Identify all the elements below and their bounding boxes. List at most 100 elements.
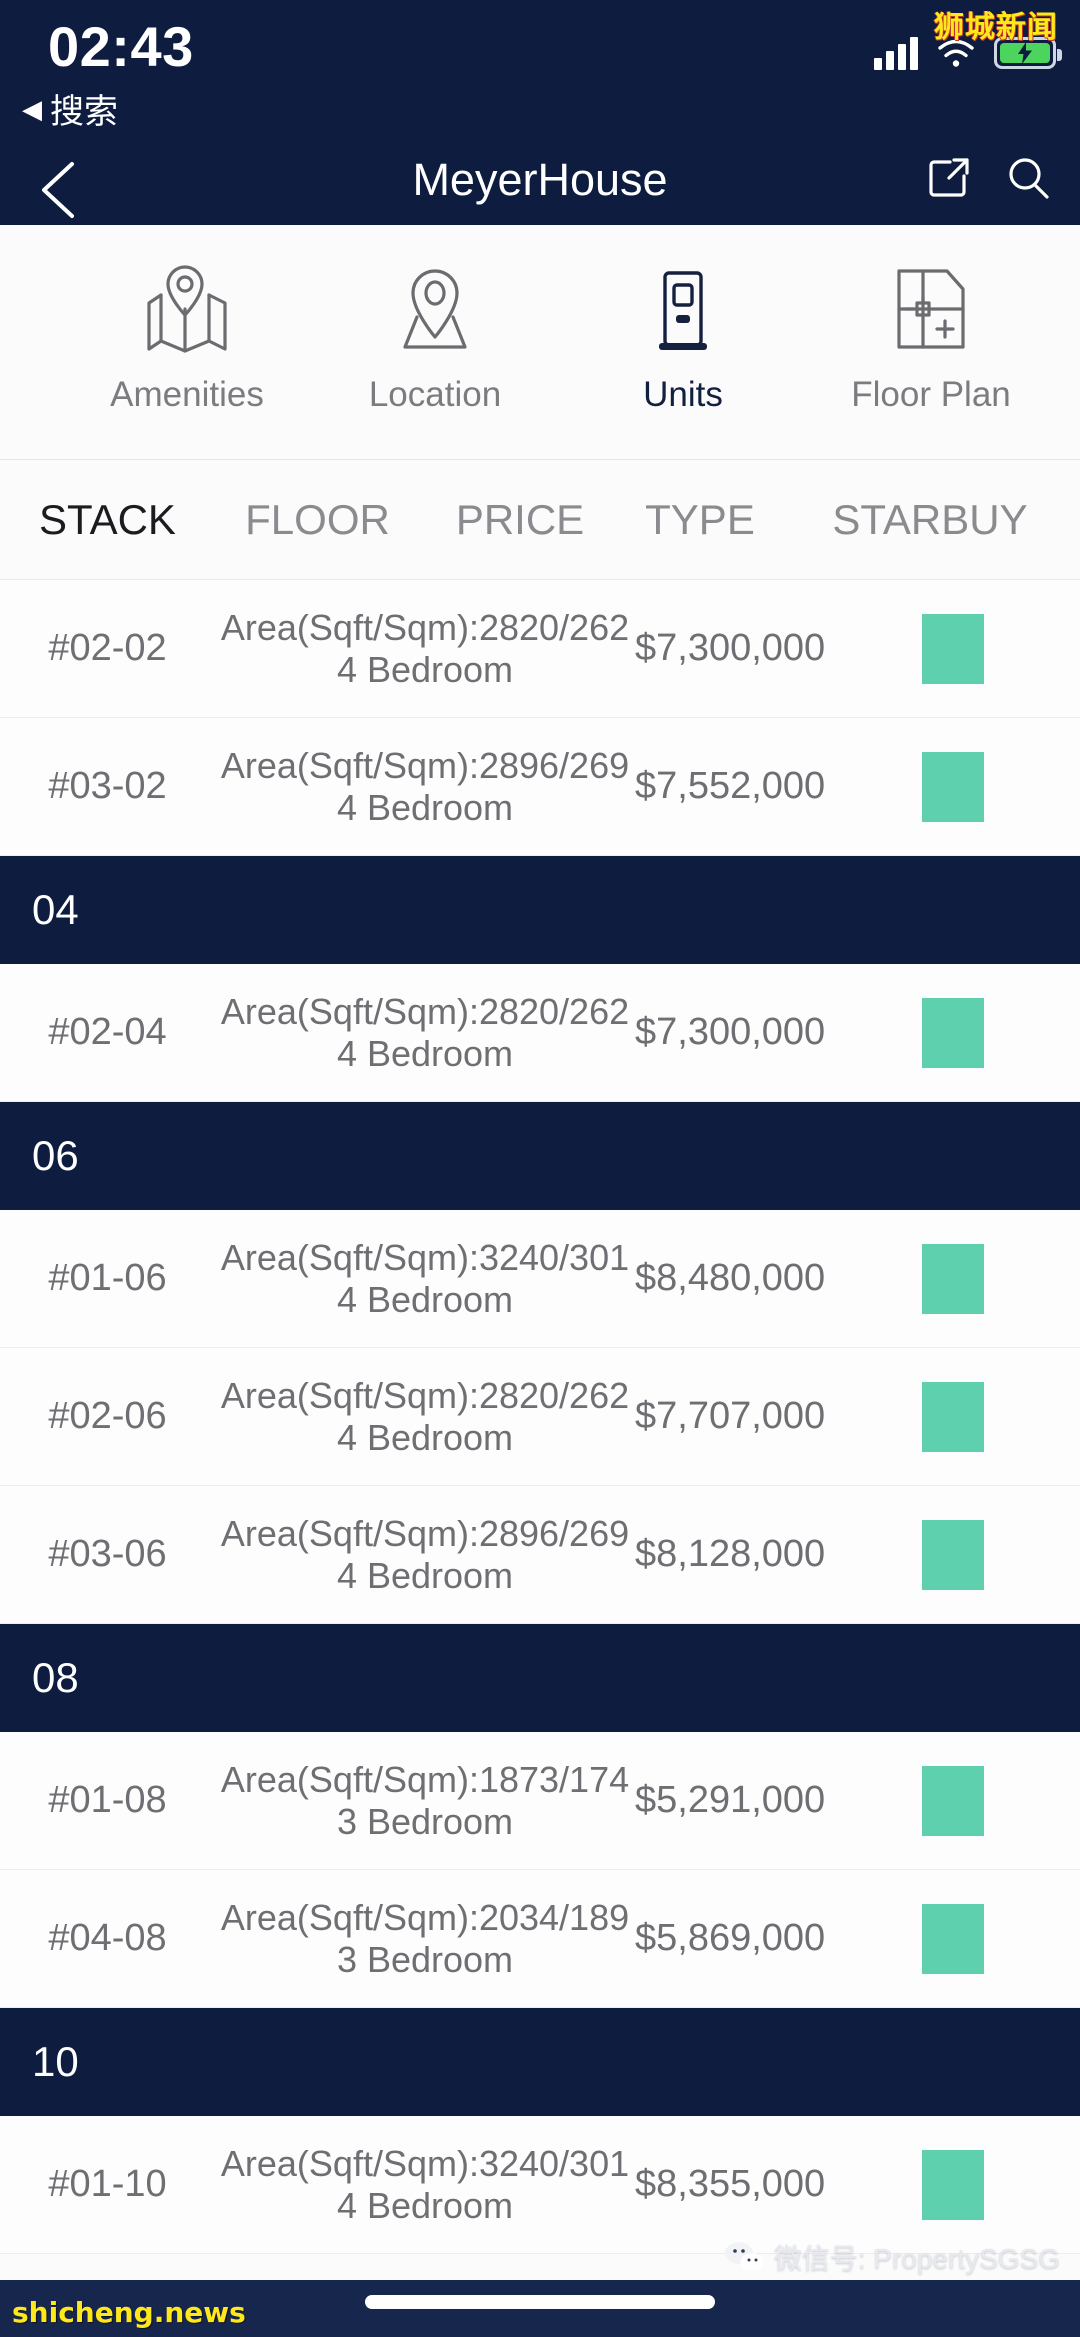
- share-external-icon[interactable]: [924, 154, 972, 202]
- unit-price: $7,707,000: [635, 1395, 826, 1437]
- unit-type: 4 Bedroom: [336, 2184, 514, 2226]
- unit-price: $7,552,000: [635, 765, 826, 807]
- unit-price: $5,291,000: [635, 1779, 826, 1821]
- starbuy-badge: [921, 613, 984, 684]
- unit-starbuy-cell: [825, 1243, 1080, 1314]
- tab-units[interactable]: Units: [559, 225, 807, 415]
- unit-area: Area(Sqft/Sqm):2034/189: [220, 1896, 630, 1938]
- unit-row[interactable]: #02-06 Area(Sqft/Sqm):2820/262 4 Bedroom $7…: [0, 1348, 1080, 1486]
- search-icon[interactable]: [1004, 154, 1052, 202]
- unit-area: Area(Sqft/Sqm):2896/269: [220, 744, 630, 786]
- stack-group-label: 10: [32, 2038, 79, 2085]
- unit-stack: #01-06: [48, 1257, 167, 1299]
- unit-area-type: Area(Sqft/Sqm):3240/301 4 Bedroom: [215, 2143, 635, 2227]
- starbuy-badge: [921, 1903, 984, 1974]
- starbuy-badge: [921, 1243, 984, 1314]
- unit-area: Area(Sqft/Sqm):3240/301: [220, 1236, 630, 1278]
- column-header-floor[interactable]: FLOOR: [215, 496, 420, 544]
- unit-area: Area(Sqft/Sqm):1873/174: [220, 1758, 630, 1800]
- unit-type: 4 Bedroom: [336, 1278, 514, 1320]
- column-header-stack[interactable]: STACK: [0, 496, 215, 544]
- unit-price: $8,128,000: [635, 1533, 826, 1575]
- tab-location[interactable]: Location: [311, 225, 559, 415]
- unit-price: $7,300,000: [635, 1011, 826, 1053]
- unit-area-type: Area(Sqft/Sqm):2820/262 4 Bedroom: [215, 607, 635, 691]
- unit-area: Area(Sqft/Sqm):2820/262: [220, 990, 630, 1032]
- tab-label: Floor Plan: [851, 375, 1011, 414]
- starbuy-badge: [921, 1765, 984, 1836]
- floor-plan-icon: [883, 255, 979, 363]
- unit-starbuy-cell: [825, 2149, 1080, 2220]
- unit-area: Area(Sqft/Sqm):3240/301: [220, 2142, 630, 2184]
- starbuy-badge: [921, 2149, 984, 2220]
- unit-stack: #02-02: [48, 627, 167, 669]
- page-title: MeyerHouse: [412, 154, 668, 205]
- status-bar-back-to-search[interactable]: ◀ 搜索: [22, 84, 118, 133]
- shicheng-news-watermark: 狮城新闻: [934, 10, 1058, 45]
- unit-type: 4 Bedroom: [336, 1032, 514, 1074]
- unit-row[interactable]: #01-08 Area(Sqft/Sqm):1873/174 3 Bedroom $5…: [0, 1732, 1080, 1870]
- stack-group-header[interactable]: 06: [0, 1102, 1080, 1210]
- unit-area: Area(Sqft/Sqm):2896/269: [220, 1512, 630, 1554]
- unit-type: 3 Bedroom: [336, 1938, 514, 1980]
- unit-price: $8,355,000: [635, 2163, 826, 2205]
- tab-e-plan[interactable]: e Plan: [0, 225, 63, 415]
- units-list[interactable]: #02-02 Area(Sqft/Sqm):2820/262 4 Bedroom $7…: [0, 580, 1080, 2337]
- starbuy-badge: [921, 751, 984, 822]
- unit-type: 4 Bedroom: [336, 648, 514, 690]
- status-bar: 02:43 ◀ 搜索 狮城新闻: [0, 0, 1080, 160]
- unit-stack: #02-06: [48, 1395, 167, 1437]
- back-triangle-icon: ◀: [22, 93, 42, 124]
- unit-starbuy-cell: [825, 1381, 1080, 1452]
- column-header-type[interactable]: TYPE: [620, 496, 780, 544]
- home-indicator[interactable]: [365, 2295, 715, 2309]
- unit-row[interactable]: #02-02 Area(Sqft/Sqm):2820/262 4 Bedroom $7…: [0, 580, 1080, 718]
- unit-row[interactable]: #01-06 Area(Sqft/Sqm):3240/301 4 Bedroom $8…: [0, 1210, 1080, 1348]
- tab-floor-plan[interactable]: Floor Plan: [807, 225, 1055, 415]
- unit-stack: #02-04: [48, 1011, 167, 1053]
- location-pin-icon: [387, 255, 483, 363]
- unit-type: 4 Bedroom: [336, 786, 514, 828]
- stack-group-header[interactable]: 10: [0, 2008, 1080, 2116]
- starbuy-badge: [921, 1381, 984, 1452]
- tab-amenities[interactable]: Amenities: [63, 225, 311, 415]
- unit-price: $7,300,000: [635, 627, 826, 669]
- unit-starbuy-cell: [825, 1765, 1080, 1836]
- section-tab-strip[interactable]: e Plan Amenities Location Units Floor Pl…: [0, 225, 1080, 460]
- unit-area-type: Area(Sqft/Sqm):1873/174 3 Bedroom: [215, 1759, 635, 1843]
- unit-starbuy-cell: [825, 613, 1080, 684]
- unit-starbuy-cell: [825, 751, 1080, 822]
- unit-row[interactable]: #02-04 Area(Sqft/Sqm):2820/262 4 Bedroom $7…: [0, 964, 1080, 1102]
- site-watermark: shicheng.news: [12, 2296, 246, 2329]
- unit-starbuy-cell: [825, 1903, 1080, 1974]
- unit-stack: #01-08: [48, 1779, 167, 1821]
- column-header-starbuy[interactable]: STARBUY: [780, 496, 1080, 544]
- map-pin-fold-icon: [139, 255, 235, 363]
- unit-stack: #03-06: [48, 1533, 167, 1575]
- unit-area: Area(Sqft/Sqm):2820/262: [220, 606, 630, 648]
- unit-type: 3 Bedroom: [336, 1800, 514, 1842]
- unit-area: Area(Sqft/Sqm):2820/262: [220, 1374, 630, 1416]
- tab-label: Units: [643, 375, 723, 414]
- column-header-price[interactable]: PRICE: [420, 496, 620, 544]
- home-indicator-bar: shicheng.news: [0, 2280, 1080, 2337]
- tab-label: Amenities: [110, 375, 264, 414]
- unit-row[interactable]: #04-08 Area(Sqft/Sqm):2034/189 3 Bedroom $5…: [0, 1870, 1080, 2008]
- unit-price: $8,480,000: [635, 1257, 826, 1299]
- nav-action-group: [924, 154, 1052, 202]
- stack-group-label: 04: [32, 886, 79, 933]
- unit-area-type: Area(Sqft/Sqm):2034/189 3 Bedroom: [215, 1897, 635, 1981]
- starbuy-badge: [921, 1519, 984, 1590]
- table-header-row: STACK FLOOR PRICE TYPE STARBUY: [0, 460, 1080, 580]
- back-label: 搜索: [50, 93, 118, 131]
- status-bar-time: 02:43: [48, 15, 194, 78]
- unit-row[interactable]: #01-10 Area(Sqft/Sqm):3240/301 4 Bedroom $8…: [0, 2116, 1080, 2254]
- unit-area-type: Area(Sqft/Sqm):2896/269 4 Bedroom: [215, 745, 635, 829]
- unit-area-type: Area(Sqft/Sqm):2896/269 4 Bedroom: [215, 1513, 635, 1597]
- unit-starbuy-cell: [825, 997, 1080, 1068]
- stack-group-header[interactable]: 08: [0, 1624, 1080, 1732]
- stack-group-header[interactable]: 04: [0, 856, 1080, 964]
- unit-row[interactable]: #03-02 Area(Sqft/Sqm):2896/269 4 Bedroom $7…: [0, 718, 1080, 856]
- unit-row[interactable]: #03-06 Area(Sqft/Sqm):2896/269 4 Bedroom $8…: [0, 1486, 1080, 1624]
- unit-type: 4 Bedroom: [336, 1554, 514, 1596]
